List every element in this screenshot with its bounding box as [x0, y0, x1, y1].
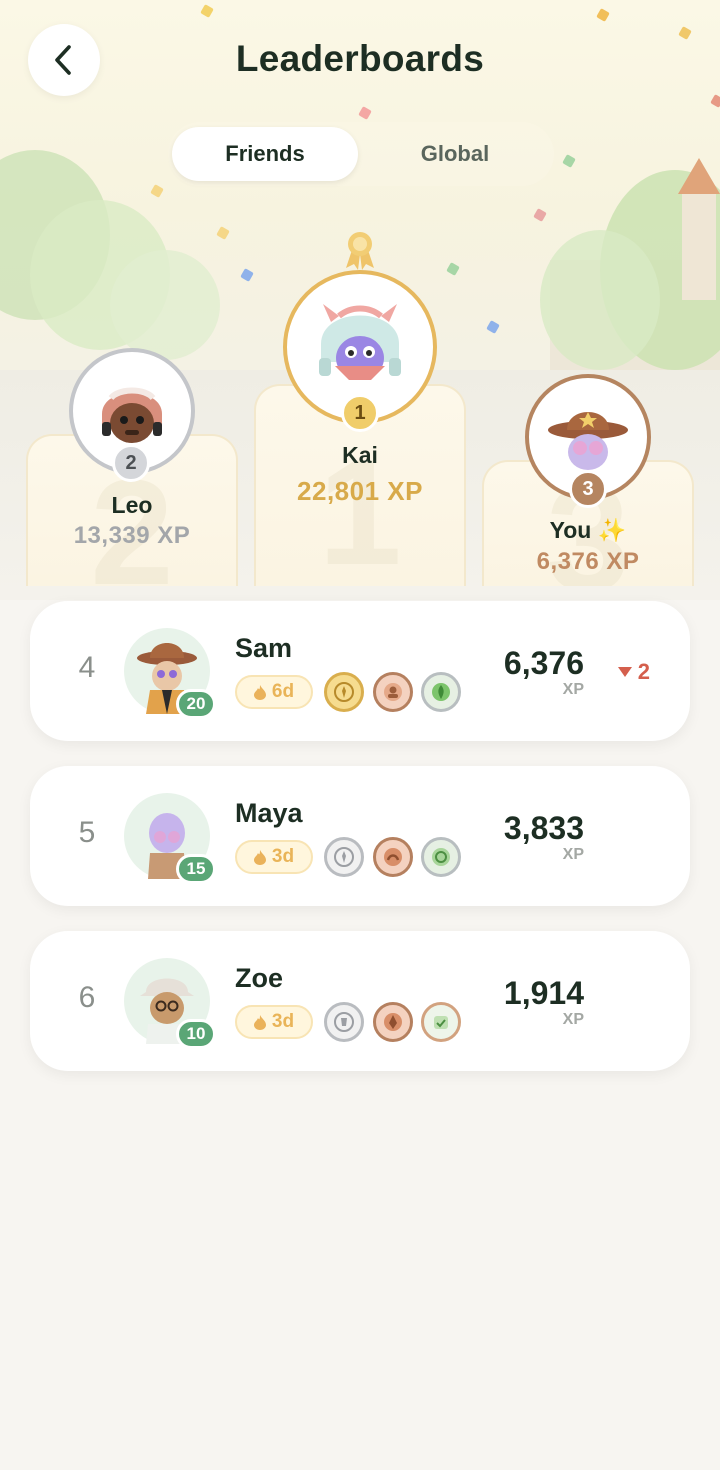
confetti: [358, 106, 372, 120]
podium-name-first: Kai: [342, 442, 378, 468]
xp-unit: XP: [562, 1011, 584, 1028]
tab-friends[interactable]: Friends: [172, 127, 358, 181]
bronze-medal-icon[interactable]: [373, 672, 413, 712]
rank-number: 6: [78, 981, 96, 1014]
bronze-medal-icon[interactable]: [373, 1002, 413, 1042]
xp-value: 3,833: [503, 810, 584, 846]
flame-icon: [253, 1014, 266, 1030]
rank-number: 4: [78, 651, 96, 684]
helmet-avatar-icon: [102, 387, 162, 443]
xp-unit: XP: [562, 681, 584, 698]
green-medal-icon[interactable]: [421, 837, 461, 877]
silver-medal-icon[interactable]: [324, 1002, 364, 1042]
list-item[interactable]: 6 10 Zoe 3d 1,914 XP: [30, 931, 690, 1071]
castle-tower-decoration: [682, 190, 716, 300]
user-name: Sam: [235, 633, 293, 663]
confetti: [486, 320, 500, 334]
xp-unit: XP: [562, 846, 584, 863]
rank-number: 5: [78, 816, 96, 849]
green-medal-icon[interactable]: [421, 672, 461, 712]
streak-badge: 3d: [235, 840, 313, 874]
leaderboard-tabs: Friends Global: [168, 122, 554, 186]
tree-decoration: [540, 230, 660, 370]
xp-value: 6,376: [503, 645, 584, 681]
xp-value: 1,914: [503, 975, 584, 1011]
castle-roof-decoration: [678, 158, 720, 194]
confetti: [533, 208, 547, 222]
user-name: Zoe: [235, 963, 284, 993]
silver-medal-icon[interactable]: [324, 837, 364, 877]
confetti: [710, 94, 720, 108]
list-item[interactable]: 4 20 Sam 6d 6,376 XP 2: [30, 601, 690, 741]
confetti: [150, 184, 164, 198]
podium-xp-second: 13,339 XP: [73, 522, 191, 549]
user-name: Maya: [235, 798, 303, 828]
podium-xp-first: 22,801 XP: [297, 476, 423, 506]
flame-icon: [253, 849, 266, 865]
rank-badge-third: 3: [569, 470, 607, 508]
podium-xp-third: 6,376 XP: [536, 548, 640, 575]
bronze-medal-icon[interactable]: [373, 837, 413, 877]
page-title: Leaderboards: [235, 38, 485, 79]
confetti: [596, 8, 610, 22]
level-badge: 20: [176, 689, 216, 719]
list-item[interactable]: 5 15 Maya 3d 3,833 XP: [30, 766, 690, 906]
flame-icon: [253, 684, 266, 700]
streak-text: 3d: [271, 846, 295, 867]
rank-badge-second: 2: [112, 444, 150, 482]
podium-name-third: You ✨: [549, 517, 627, 543]
confetti: [200, 4, 214, 18]
streak-badge: 3d: [235, 1005, 313, 1039]
gold-medal-icon[interactable]: [324, 672, 364, 712]
level-badge: 15: [176, 854, 216, 884]
tab-global[interactable]: Global: [360, 127, 550, 181]
streak-text: 6d: [271, 681, 295, 702]
streak-text: 3d: [271, 1011, 295, 1032]
award-ribbon-icon: [346, 232, 374, 270]
tree-decoration: [110, 250, 220, 360]
podium-name-second: Leo: [111, 492, 153, 518]
level-badge: 10: [176, 1019, 216, 1049]
dragon-helmet-avatar-icon: [319, 304, 401, 380]
confetti: [240, 268, 254, 282]
rank-change-value: 2: [637, 659, 650, 684]
confetti: [446, 262, 460, 276]
green-medal-icon[interactable]: [421, 1002, 461, 1042]
streak-badge: 6d: [235, 675, 313, 709]
rank-change: 2: [617, 659, 650, 685]
cowboy-avatar-icon: [548, 412, 628, 470]
confetti: [562, 154, 576, 168]
rank-badge-first: 1: [341, 394, 379, 432]
triangle-down-icon: [617, 667, 632, 677]
confetti: [216, 226, 230, 240]
